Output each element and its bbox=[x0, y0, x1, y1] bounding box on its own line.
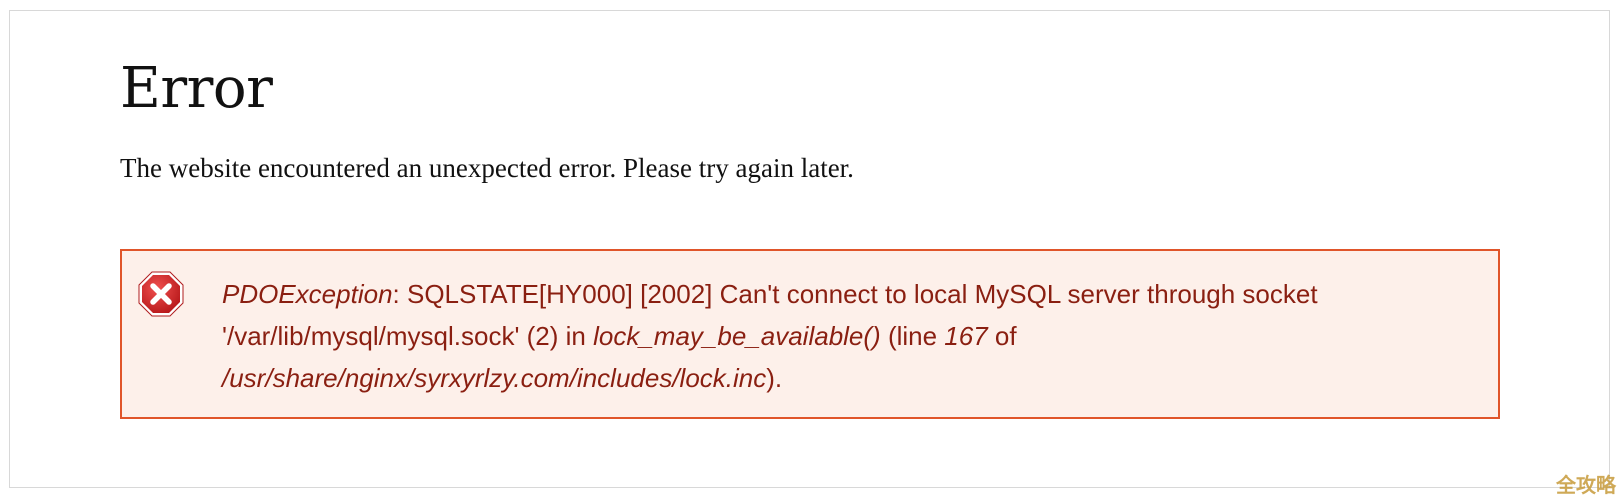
page-frame: Error The website encountered an unexpec… bbox=[9, 10, 1610, 488]
watermark-text: 全攻略 bbox=[1556, 473, 1616, 497]
error-x-icon bbox=[138, 271, 184, 317]
exception-class: PDOException bbox=[222, 279, 393, 309]
error-function: lock_may_be_available() bbox=[593, 321, 881, 351]
error-message-part3: of bbox=[987, 321, 1017, 351]
page-subtitle: The website encountered an unexpected er… bbox=[120, 153, 854, 183]
error-message-box: PDOException: SQLSTATE[HY000] [2002] Can… bbox=[120, 249, 1500, 419]
page-title: Error bbox=[120, 56, 273, 121]
error-line-number: 167 bbox=[944, 321, 988, 351]
error-message-part4: ). bbox=[766, 363, 783, 393]
error-file-path: /usr/share/nginx/syrxyrlzy.com/includes/… bbox=[222, 363, 767, 393]
error-message-text: PDOException: SQLSTATE[HY000] [2002] Can… bbox=[222, 273, 1462, 399]
error-message-part2: (line bbox=[880, 321, 945, 351]
